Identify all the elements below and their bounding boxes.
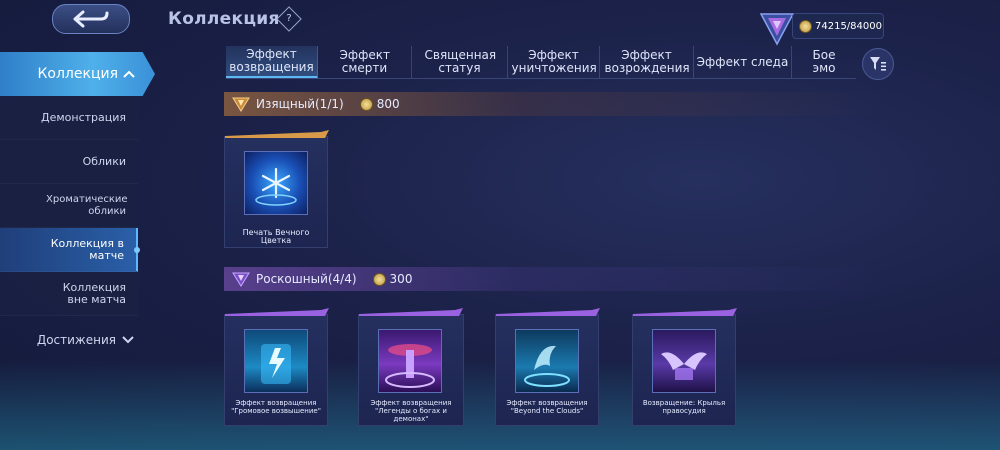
sidebar-item-label: Коллекция в матче bbox=[50, 236, 124, 262]
card-ribbon bbox=[496, 308, 600, 316]
sidebar-item-chromatic-skins[interactable]: Хроматические облики bbox=[0, 184, 138, 228]
chevron-up-icon bbox=[123, 70, 135, 78]
card-ribbon bbox=[225, 308, 329, 316]
sidebar-group-collection[interactable]: Коллекция bbox=[0, 52, 155, 96]
help-icon[interactable]: ? bbox=[276, 6, 302, 32]
tab-trail-effect[interactable]: Эффект следа bbox=[694, 46, 792, 78]
rank-emblem-icon bbox=[759, 13, 795, 46]
card-thumbnail bbox=[244, 329, 308, 393]
back-arrow-icon bbox=[73, 10, 109, 28]
sidebar-item-skins[interactable]: Облики bbox=[0, 140, 138, 184]
active-indicator bbox=[134, 247, 140, 253]
chevron-down-icon bbox=[122, 336, 134, 344]
tab-death-effect[interactable]: Эффект смерти bbox=[318, 46, 412, 78]
coin-icon bbox=[359, 97, 373, 111]
sidebar-item-label: Облики bbox=[82, 154, 126, 168]
section-header-luxury: Роскошный(4/4) 300 bbox=[224, 267, 884, 291]
sidebar-item-demo[interactable]: Демонстрация bbox=[0, 96, 138, 140]
card-caption: Эффект возвращения "Легенды о богах и де… bbox=[370, 399, 452, 423]
section-title: Изящный(1/1) bbox=[256, 97, 344, 111]
card-caption: Печать Вечного Цветка bbox=[242, 228, 310, 245]
purple-rank-icon bbox=[232, 272, 250, 287]
collection-card[interactable]: Эффект возвращения "Beyond the Clouds" bbox=[495, 308, 600, 426]
achievements-label: Достижения bbox=[36, 333, 116, 347]
tab-battle-emote[interactable]: Бое эмо bbox=[792, 46, 856, 78]
thunder-tower-icon bbox=[261, 344, 291, 384]
sidebar: Коллекция Демонстрация Облики Хроматичес… bbox=[0, 0, 155, 450]
section-price: 800 bbox=[359, 97, 400, 111]
wings-icon bbox=[661, 352, 707, 380]
card-ribbon bbox=[633, 308, 737, 316]
tab-bar: Эффект возвращения Эффект смерти Священн… bbox=[226, 46, 856, 79]
tab-revive-effect[interactable]: Эффект возрождения bbox=[600, 46, 694, 78]
tab-return-effect[interactable]: Эффект возвращения bbox=[226, 46, 318, 78]
sidebar-item-label: Коллекция вне матча bbox=[62, 280, 126, 306]
dolphin-icon bbox=[524, 345, 570, 387]
sidebar-item-in-match[interactable]: Коллекция в матче bbox=[0, 228, 140, 272]
collection-card[interactable]: Эффект возвращения "Громовое возвышение" bbox=[224, 308, 329, 426]
collection-card[interactable]: Эффект возвращения "Легенды о богах и де… bbox=[358, 308, 464, 426]
sidebar-group-label: Коллекция bbox=[37, 66, 118, 82]
portal-icon bbox=[385, 344, 435, 388]
card-ribbon bbox=[359, 308, 463, 316]
collection-card[interactable]: Печать Вечного Цветка bbox=[224, 130, 329, 248]
card-ribbon bbox=[225, 130, 329, 138]
collection-card[interactable]: Возвращение: Крылья правосудия bbox=[632, 308, 737, 426]
card-thumbnail bbox=[515, 329, 579, 393]
sidebar-item-label: Демонстрация bbox=[40, 110, 126, 124]
section-price: 300 bbox=[372, 272, 412, 286]
currency-display: 74215/84000 bbox=[792, 13, 884, 39]
section-title: Роскошный(4/4) bbox=[256, 272, 357, 286]
snowflake-icon bbox=[255, 167, 297, 206]
filter-icon bbox=[870, 57, 886, 71]
filter-button[interactable] bbox=[862, 48, 894, 80]
card-caption: Возвращение: Крылья правосудия bbox=[642, 399, 726, 415]
coin-icon bbox=[372, 272, 386, 286]
card-thumbnail bbox=[378, 329, 442, 393]
sidebar-item-label: Хроматические облики bbox=[46, 193, 128, 217]
card-thumbnail bbox=[244, 151, 308, 215]
coin-icon bbox=[799, 19, 812, 33]
sidebar-item-out-match[interactable]: Коллекция вне матча bbox=[0, 272, 138, 316]
gold-rank-icon bbox=[232, 97, 250, 112]
tab-destroy-effect[interactable]: Эффект уничтожения bbox=[508, 46, 600, 78]
section-header-elegant: Изящный(1/1) 800 bbox=[224, 92, 884, 116]
back-button[interactable] bbox=[52, 4, 130, 34]
card-thumbnail bbox=[652, 329, 716, 393]
card-caption: Эффект возвращения "Громовое возвышение" bbox=[231, 399, 321, 415]
currency-value: 74215/84000 bbox=[815, 20, 882, 32]
card-caption: Эффект возвращения "Beyond the Clouds" bbox=[506, 399, 588, 415]
page-title: Коллекция bbox=[168, 9, 280, 29]
tab-sacred-statue[interactable]: Священная статуя bbox=[412, 46, 508, 78]
sidebar-group-achievements[interactable]: Достижения bbox=[0, 328, 140, 352]
